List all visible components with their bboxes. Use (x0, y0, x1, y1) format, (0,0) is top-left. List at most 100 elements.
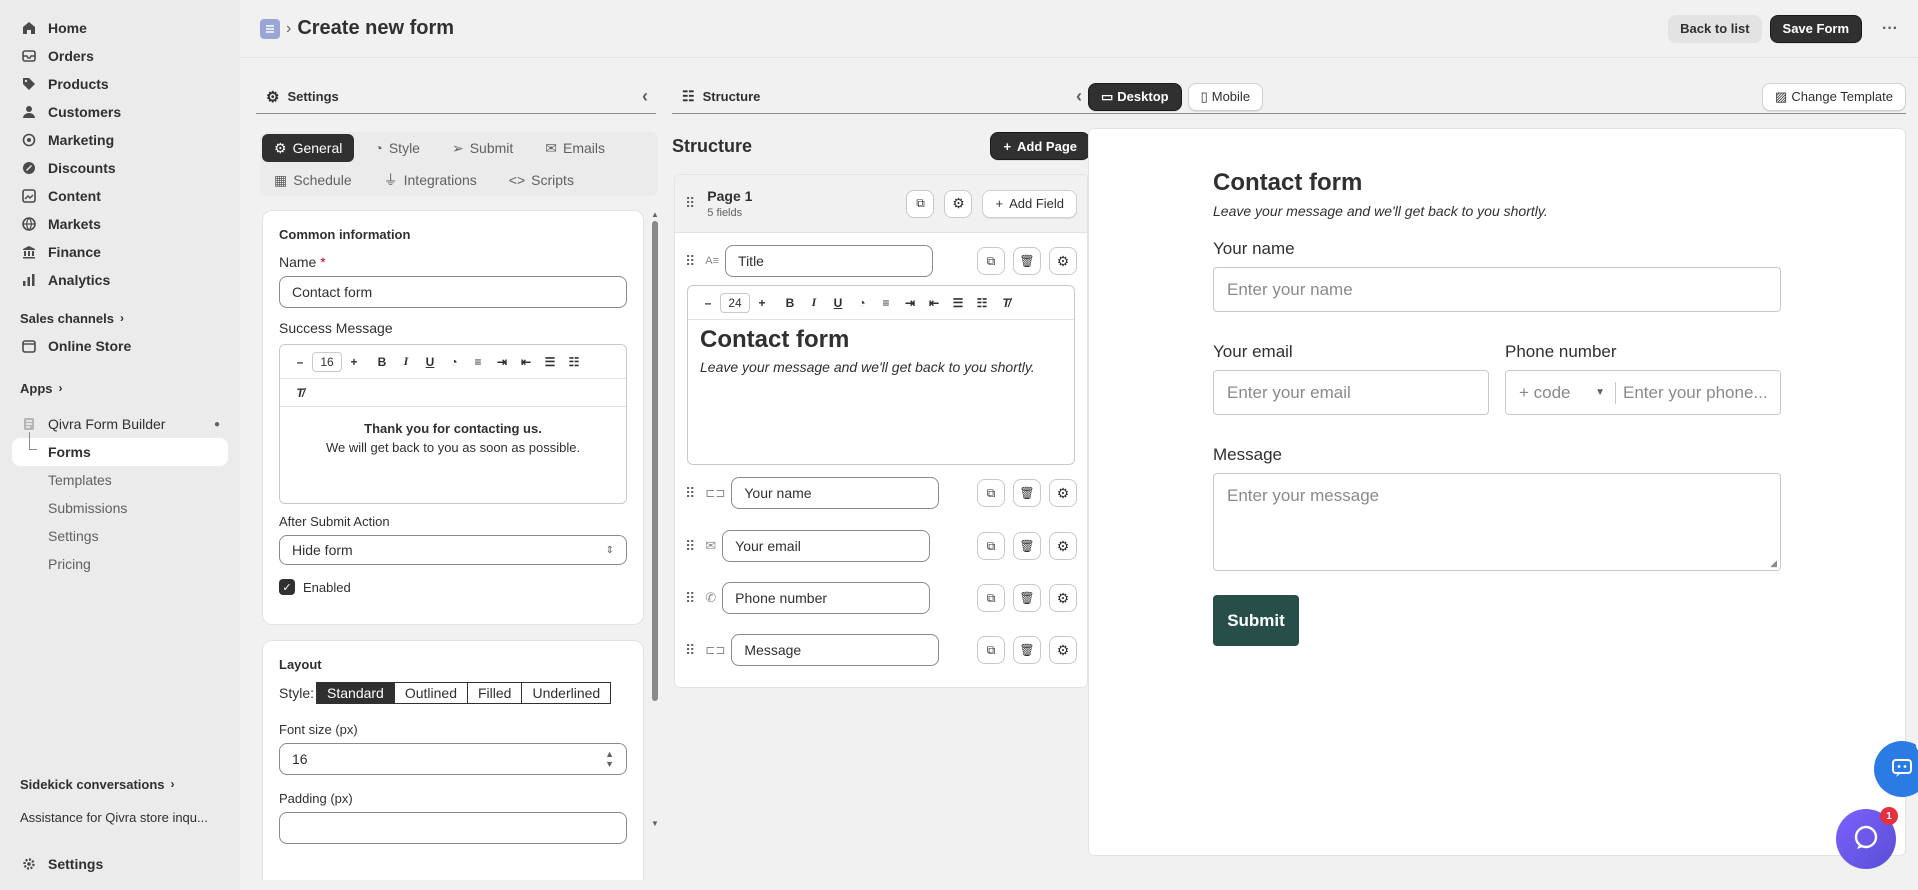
delete-field-button[interactable]: 🗑 (1013, 636, 1041, 664)
live-chat-button[interactable]: 1 (1836, 807, 1898, 869)
delete-field-button[interactable]: 🗑 (1013, 584, 1041, 612)
field-settings-button[interactable]: ⚙ (1049, 584, 1077, 612)
after-submit-select[interactable]: Hide form ⇕ (279, 535, 627, 565)
apps-section[interactable]: Apps › (12, 374, 228, 402)
field-label-input[interactable]: Your name (731, 477, 940, 509)
drag-handle-icon[interactable]: ⠿ (685, 195, 695, 212)
drag-handle-icon[interactable]: ⠿ (685, 642, 695, 659)
collapse-left-icon[interactable]: ‹ (1076, 86, 1082, 107)
duplicate-field-button[interactable]: ⧉ (977, 532, 1005, 560)
name-field-input[interactable]: Enter your name (1213, 267, 1781, 312)
more-actions-button[interactable]: ··· (1882, 20, 1898, 38)
name-input[interactable]: Contact form (279, 276, 627, 308)
field-label-input[interactable]: Phone number (722, 582, 931, 614)
add-page-button[interactable]: + Add Page (990, 132, 1090, 160)
align-icon[interactable]: ≡ (874, 291, 898, 315)
increase-font-button[interactable]: + (750, 291, 774, 315)
app-icon[interactable] (260, 18, 280, 39)
sidebar-item-finance[interactable]: Finance (12, 238, 228, 266)
scroll-down-icon[interactable]: ▼ (650, 819, 660, 828)
delete-field-button[interactable]: 🗑 (1013, 247, 1041, 275)
sidebar-item-app[interactable]: Qivra Form Builder ● (12, 410, 228, 438)
editor-content[interactable]: Contact form Leave your message and we'l… (688, 320, 1074, 383)
sidebar-item-settings[interactable]: Settings (12, 850, 228, 878)
font-size-stepper[interactable]: 16 ▲ ▼ (279, 743, 627, 775)
palette-icon[interactable]: ◔ (442, 350, 466, 374)
sidebar-item-discounts[interactable]: Discounts (12, 154, 228, 182)
field-label-input[interactable]: Your email (722, 530, 931, 562)
scrollbar-thumb[interactable] (652, 221, 658, 701)
enabled-checkbox-row[interactable]: ✓ Enabled (279, 579, 627, 595)
outdent-icon[interactable]: ⇤ (922, 291, 946, 315)
tab-integrations[interactable]: ⏚ Integrations (372, 166, 489, 194)
submit-button[interactable]: Submit (1213, 595, 1299, 646)
clear-format-icon[interactable]: T̸ (288, 381, 312, 405)
change-template-button[interactable]: ▨ Change Template (1762, 82, 1906, 111)
message-field-input[interactable]: Enter your message ◢ (1213, 473, 1781, 571)
sidebar-item-content[interactable]: Content (12, 182, 228, 210)
drag-handle-icon[interactable]: ⠿ (685, 590, 695, 607)
tab-scripts[interactable]: <> Scripts (497, 166, 586, 194)
align-icon[interactable]: ≡ (466, 350, 490, 374)
drag-handle-icon[interactable]: ⠿ (685, 253, 695, 270)
desktop-view-button[interactable]: ▭ Desktop (1088, 82, 1182, 111)
field-label-input[interactable]: Message (731, 634, 940, 666)
sidebar-item-home[interactable]: Home (12, 14, 228, 42)
tab-emails[interactable]: ✉ Emails (533, 134, 617, 162)
tab-submit[interactable]: ➢ Submit (440, 134, 525, 162)
add-field-button[interactable]: + Add Field (982, 189, 1077, 218)
country-code-select[interactable]: + code ▼ (1506, 381, 1616, 404)
style-option-underlined[interactable]: Underlined (521, 683, 610, 703)
email-field-input[interactable]: Enter your email (1213, 370, 1489, 415)
duplicate-page-button[interactable]: ⧉ (906, 189, 935, 218)
numbered-list-icon[interactable]: ☷ (970, 291, 994, 315)
delete-field-button[interactable]: 🗑 (1013, 479, 1041, 507)
tab-general[interactable]: ⚙ General (262, 134, 355, 162)
field-settings-button[interactable]: ⚙ (1049, 636, 1077, 664)
decrease-font-button[interactable]: – (696, 291, 720, 315)
sidebar-item-products[interactable]: Products (12, 70, 228, 98)
indent-icon[interactable]: ⇥ (490, 350, 514, 374)
delete-field-button[interactable]: 🗑 (1013, 532, 1041, 560)
duplicate-field-button[interactable]: ⧉ (977, 636, 1005, 664)
editor-content[interactable]: Thank you for contacting us. We will get… (280, 407, 626, 455)
drag-handle-icon[interactable]: ⠿ (685, 538, 695, 555)
sidebar-subitem-pricing[interactable]: Pricing (12, 550, 228, 578)
style-option-outlined[interactable]: Outlined (393, 683, 467, 703)
stepper-arrows-icon[interactable]: ▲ ▼ (605, 749, 614, 769)
sidebar-item-customers[interactable]: Customers (12, 98, 228, 126)
resize-handle-icon[interactable]: ◢ (1770, 558, 1777, 569)
settings-scrollbar[interactable]: ▲ ▼ (650, 210, 660, 828)
clear-format-icon[interactable]: T̸ (994, 291, 1018, 315)
decrease-font-button[interactable]: – (288, 350, 312, 374)
duplicate-field-button[interactable]: ⧉ (977, 584, 1005, 612)
bullet-list-icon[interactable]: ☰ (946, 291, 970, 315)
numbered-list-icon[interactable]: ☷ (562, 350, 586, 374)
sidebar-item-markets[interactable]: Markets (12, 210, 228, 238)
underline-icon[interactable]: U (826, 291, 850, 315)
sidebar-subitem-forms[interactable]: Forms (12, 432, 228, 466)
sidebar-item-orders[interactable]: Orders (12, 42, 228, 70)
collapse-left-icon[interactable]: ‹ (642, 86, 648, 107)
save-form-button[interactable]: Save Form (1769, 14, 1863, 43)
page-settings-button[interactable]: ⚙ (944, 189, 973, 218)
field-label-input[interactable]: Title (725, 245, 934, 277)
phone-number-input[interactable]: Enter your phone... (1616, 383, 1768, 403)
bold-icon[interactable]: B (370, 350, 394, 374)
bold-icon[interactable]: B (778, 291, 802, 315)
outdent-icon[interactable]: ⇤ (514, 350, 538, 374)
italic-icon[interactable]: I (394, 350, 418, 374)
palette-icon[interactable]: ◔ (850, 291, 874, 315)
mobile-view-button[interactable]: ▯ Mobile (1187, 82, 1264, 111)
field-settings-button[interactable]: ⚙ (1049, 479, 1077, 507)
duplicate-field-button[interactable]: ⧉ (977, 247, 1005, 275)
sidekick-conversation[interactable]: Assistance for Qivra store inqu... (12, 802, 228, 832)
sidebar-item-online-store[interactable]: Online Store (12, 332, 228, 360)
field-settings-button[interactable]: ⚙ (1049, 247, 1077, 275)
indent-icon[interactable]: ⇥ (898, 291, 922, 315)
font-size-input[interactable]: 24 (720, 292, 750, 313)
sidebar-item-marketing[interactable]: Marketing (12, 126, 228, 154)
sidebar-subitem-templates[interactable]: Templates (12, 466, 228, 494)
tab-schedule[interactable]: ▦ Schedule (262, 166, 364, 194)
underline-icon[interactable]: U (418, 350, 442, 374)
